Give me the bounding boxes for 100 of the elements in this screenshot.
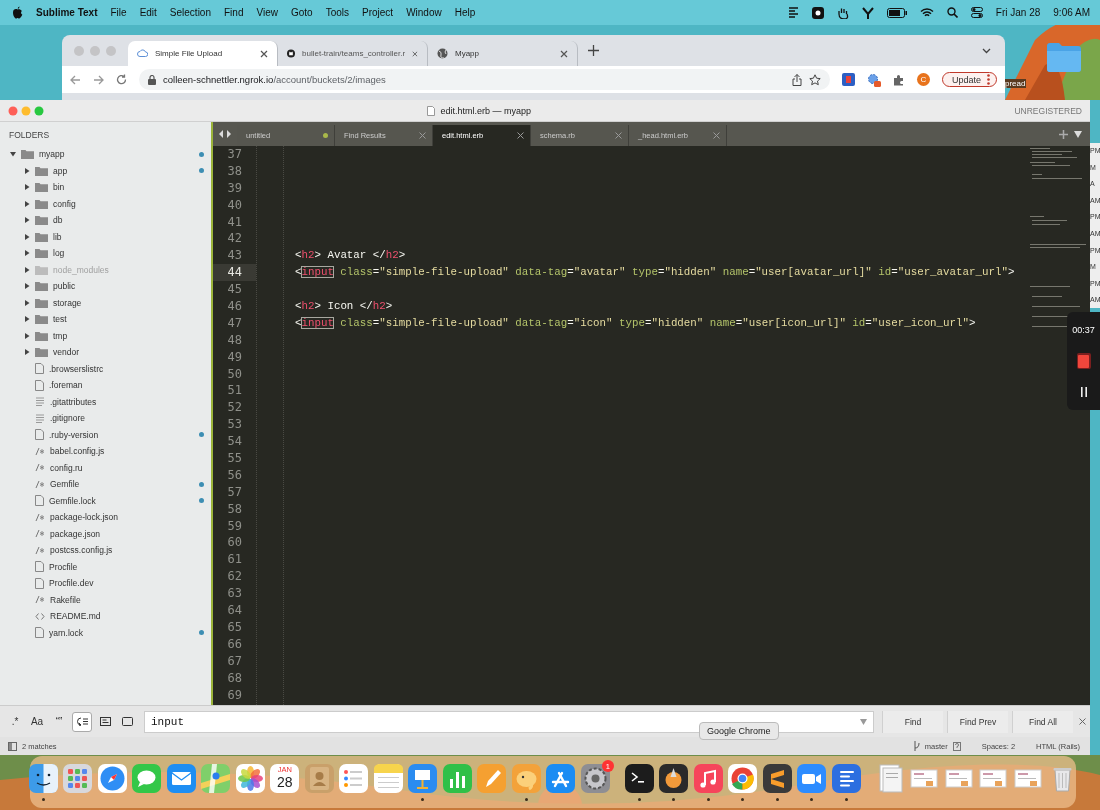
find-button[interactable]: Find Prev xyxy=(947,710,1008,733)
toggles-icon[interactable] xyxy=(970,7,983,18)
file-name[interactable]: Rakefile xyxy=(50,594,81,605)
file-name[interactable]: README.md xyxy=(50,611,101,622)
folder-name[interactable]: vendor xyxy=(53,347,79,358)
menu-item[interactable]: Tools xyxy=(325,7,349,18)
file-name[interactable]: Procfile xyxy=(49,561,78,572)
folder-name[interactable]: tmp xyxy=(53,330,68,341)
folder-name[interactable]: myapp xyxy=(39,149,65,160)
stop-button[interactable] xyxy=(1076,353,1091,369)
podium-icon[interactable] xyxy=(407,763,439,794)
hand-icon[interactable] xyxy=(836,6,849,19)
disclosure-triangle-icon[interactable] xyxy=(24,316,30,323)
find-option-toggle[interactable]: Aa xyxy=(28,712,46,731)
disclosure-triangle-icon[interactable] xyxy=(24,299,30,306)
find-button[interactable]: Find xyxy=(882,710,943,733)
dropdown-triangle-icon[interactable] xyxy=(1074,130,1082,138)
disclosure-triangle-icon[interactable] xyxy=(10,151,16,158)
menu-item[interactable]: Find xyxy=(224,7,244,18)
disclosure-triangle-icon[interactable] xyxy=(24,349,30,356)
folder-name[interactable]: log xyxy=(53,248,65,259)
more-vertical-icon[interactable] xyxy=(987,74,990,85)
file-name[interactable]: .ruby-version xyxy=(49,429,99,440)
close-icon[interactable] xyxy=(1079,718,1086,725)
apple-logo-icon[interactable] xyxy=(12,6,23,19)
browser-ring-icon[interactable] xyxy=(727,763,759,794)
file-name[interactable]: .gitignore xyxy=(50,413,85,424)
menu-item[interactable]: Selection xyxy=(169,7,211,18)
disclosure-triangle-icon[interactable] xyxy=(24,332,30,339)
file-name[interactable]: postcss.config.js xyxy=(50,545,113,556)
music-note-icon[interactable] xyxy=(692,763,724,794)
battery-icon[interactable] xyxy=(886,7,907,18)
folder-name[interactable]: test xyxy=(53,314,67,325)
update-button[interactable]: Update xyxy=(941,72,997,87)
file-name[interactable]: package.json xyxy=(50,528,101,539)
gear-extension-icon[interactable] xyxy=(866,72,881,87)
menu-item[interactable]: Edit xyxy=(139,7,157,18)
menu-item[interactable]: Help xyxy=(454,7,476,18)
disclosure-triangle-icon[interactable] xyxy=(24,200,30,207)
share-icon[interactable] xyxy=(791,73,802,86)
app-menu[interactable]: Sublime Text xyxy=(36,7,98,18)
disclosure-triangle-icon[interactable] xyxy=(24,217,30,224)
file-name[interactable]: Gemfile xyxy=(50,479,80,490)
list-icon[interactable] xyxy=(787,7,799,18)
dropdown-triangle-icon[interactable] xyxy=(860,718,867,725)
finder-face-icon[interactable] xyxy=(27,763,59,794)
find-option-toggle[interactable]: .* xyxy=(6,712,24,731)
menu-item[interactable]: File xyxy=(110,7,127,18)
folder-name[interactable]: db xyxy=(53,215,63,226)
file-name[interactable]: .foreman xyxy=(49,380,83,391)
menu-item[interactable]: Window xyxy=(406,7,442,18)
date-text[interactable]: Fri Jan 28 xyxy=(995,7,1041,18)
plus-icon[interactable] xyxy=(1059,129,1068,139)
wrap-toggle[interactable] xyxy=(72,711,92,732)
menu-item[interactable]: Goto xyxy=(290,7,313,18)
find-option-toggle[interactable]: “” xyxy=(50,712,68,731)
disclosure-triangle-icon[interactable] xyxy=(24,184,30,191)
window-controls-icon[interactable] xyxy=(8,105,44,116)
puzzle-piece-icon[interactable] xyxy=(892,73,905,86)
terminal-icon[interactable] xyxy=(623,763,655,794)
find-button[interactable]: Find All xyxy=(1012,710,1073,733)
chevron-down-icon[interactable] xyxy=(982,47,991,54)
folder-name[interactable]: public xyxy=(53,281,76,292)
star-icon[interactable] xyxy=(808,73,821,86)
disclosure-triangle-icon[interactable] xyxy=(24,167,30,174)
file-name[interactable]: yarn.lock xyxy=(49,627,83,638)
forward-arrow-icon[interactable] xyxy=(93,74,104,85)
gear-icon[interactable] xyxy=(579,763,611,794)
flower-icon[interactable] xyxy=(234,763,266,794)
record-icon[interactable] xyxy=(811,6,824,19)
pause-icon[interactable] xyxy=(1080,387,1087,397)
file-name[interactable]: babel.config.js xyxy=(50,446,105,457)
close-icon[interactable] xyxy=(560,49,568,58)
folder-name[interactable]: bin xyxy=(53,182,65,193)
close-icon[interactable] xyxy=(412,49,418,58)
folder-name[interactable]: app xyxy=(53,165,68,176)
document-lines-icon[interactable] xyxy=(830,763,862,794)
menu-item[interactable]: Project xyxy=(362,7,394,18)
search-icon[interactable] xyxy=(946,7,958,18)
tab-arrows-icon[interactable] xyxy=(219,130,231,138)
folder-name[interactable]: lib xyxy=(53,231,62,242)
wifi-icon[interactable] xyxy=(919,7,934,18)
fork-icon[interactable] xyxy=(861,6,874,19)
reload-icon[interactable] xyxy=(116,74,127,85)
map-icon[interactable] xyxy=(200,763,232,794)
file-name[interactable]: package-lock.json xyxy=(50,512,119,523)
checklist-icon[interactable] xyxy=(338,763,370,794)
folder-name[interactable]: config xyxy=(53,198,76,209)
file-name[interactable]: Procfile.dev xyxy=(49,578,94,589)
address-bar[interactable]: colleen-schnettler.ngrok.io/account/buckets/2/images xyxy=(139,69,830,90)
browser-tab[interactable]: Simple File Upload xyxy=(128,41,278,66)
disclosure-triangle-icon[interactable] xyxy=(24,283,30,290)
compass-icon[interactable] xyxy=(96,763,128,794)
close-icon[interactable] xyxy=(517,132,524,139)
time-text[interactable]: 9:06 AM xyxy=(1053,7,1090,18)
file-name[interactable]: .browserslistrc xyxy=(49,363,104,374)
file-name[interactable]: config.ru xyxy=(50,462,83,473)
disclosure-triangle-icon[interactable] xyxy=(24,250,30,257)
file-name[interactable]: Gemfile.lock xyxy=(49,495,96,506)
panel-toggle-icon[interactable] xyxy=(8,741,17,751)
